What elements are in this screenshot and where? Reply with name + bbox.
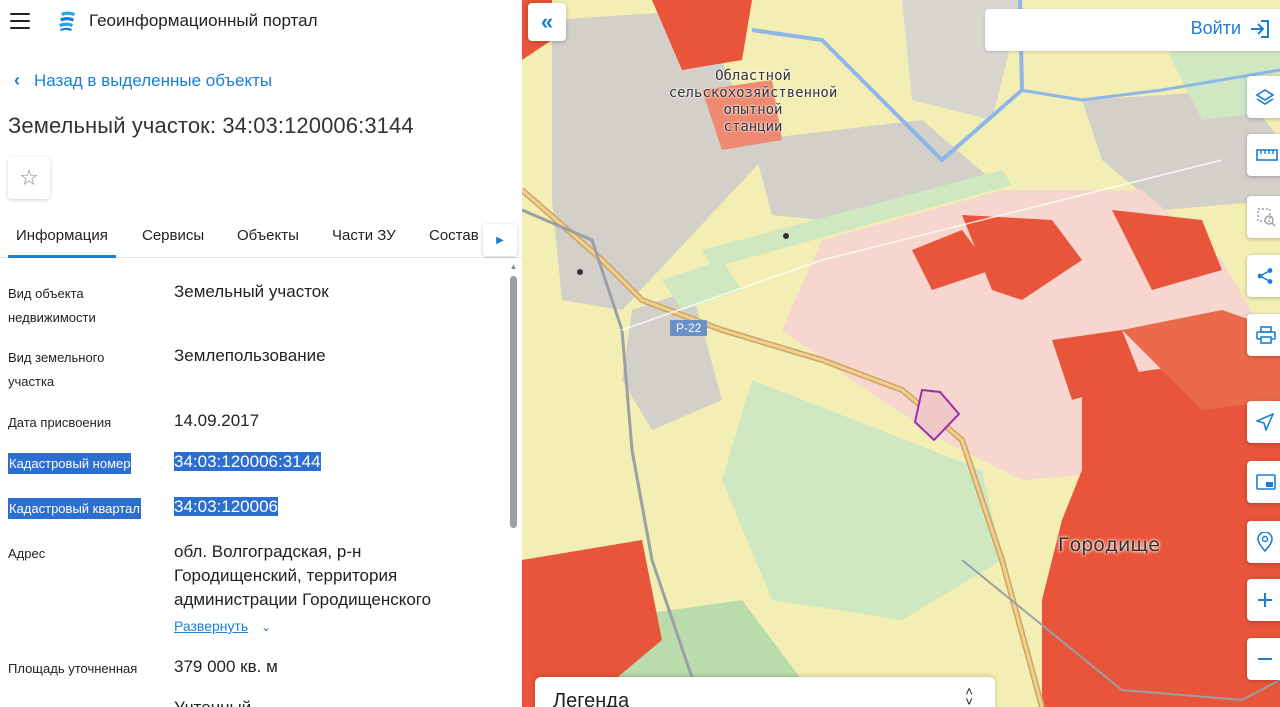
tab-services[interactable]: Сервисы xyxy=(142,227,204,244)
info-value: 379 000 кв. м xyxy=(174,657,278,676)
favorite-button[interactable]: ☆ xyxy=(8,157,50,199)
search-location-button[interactable] xyxy=(1247,521,1280,563)
chevron-down-icon[interactable]: ⌄ xyxy=(261,620,271,634)
tabs-scroll-right-button[interactable]: ▶ xyxy=(483,224,517,256)
info-label: Кадастровый номер xyxy=(8,452,158,476)
road-shield-r22: Р-22 xyxy=(670,320,708,336)
map-canvas[interactable] xyxy=(522,0,1280,707)
info-value[interactable]: 34:03:120006:3144 xyxy=(174,450,474,474)
info-value: обл. Волгоградская, р-н Городищенский, т… xyxy=(174,542,432,634)
scroll-up-icon[interactable]: ▲ xyxy=(509,262,518,272)
measure-button[interactable] xyxy=(1247,134,1280,176)
chevron-left-icon: ‹ xyxy=(14,70,20,90)
legend-panel[interactable]: Легенда ˄ ˅ xyxy=(535,677,995,707)
legend-title: Легенда xyxy=(553,690,630,707)
location-search-icon xyxy=(1257,532,1273,552)
plus-icon xyxy=(1258,593,1272,607)
share-icon xyxy=(1257,268,1273,284)
zoom-in-button[interactable] xyxy=(1247,579,1280,621)
tab-parcel-parts[interactable]: Части ЗУ xyxy=(332,227,396,244)
zoom-out-button[interactable] xyxy=(1247,638,1280,680)
expand-address-link[interactable]: Развернуть xyxy=(174,618,248,634)
info-label: Площадь уточненная xyxy=(8,661,138,676)
navigation-arrow-icon xyxy=(1256,413,1274,431)
ruler-icon xyxy=(1256,149,1278,161)
print-button[interactable] xyxy=(1247,314,1280,356)
info-value: Землепользование xyxy=(174,346,326,365)
layers-button[interactable] xyxy=(1247,76,1280,118)
caret-right-icon: ▶ xyxy=(496,234,504,246)
menu-icon[interactable] xyxy=(10,13,30,29)
tab-bar: Информация Сервисы Объекты Части ЗУ Сост… xyxy=(0,218,522,258)
info-label: Вид земельного участка xyxy=(8,350,105,389)
map-label-station: Областной сельскохозяйственной опытной с… xyxy=(668,68,838,135)
info-list: Вид объекта недвижимости Земельный участо… xyxy=(0,262,508,707)
minimap-button[interactable] xyxy=(1247,461,1280,503)
info-label: Дата присвоения xyxy=(8,415,112,430)
portal-logo-icon xyxy=(59,11,75,31)
info-value[interactable]: 34:03:120006 xyxy=(174,495,474,519)
info-value: Учтенный xyxy=(174,696,474,707)
share-button[interactable] xyxy=(1247,255,1280,297)
printer-icon xyxy=(1256,326,1276,344)
login-label: Войти xyxy=(1190,18,1241,38)
star-icon: ☆ xyxy=(19,165,39,190)
login-icon xyxy=(1251,19,1269,38)
scrollbar-thumb[interactable] xyxy=(510,276,517,528)
active-tab-indicator xyxy=(8,255,116,258)
tab-information[interactable]: Информация xyxy=(16,227,108,244)
info-label: Кадастровый квартал xyxy=(8,497,158,521)
select-area-button[interactable] xyxy=(1247,196,1280,238)
tab-objects[interactable]: Объекты xyxy=(237,227,299,244)
login-bar: Войти xyxy=(985,9,1280,51)
minus-icon xyxy=(1258,658,1272,660)
app-header: Геоинформационный портал xyxy=(0,0,522,44)
panel-scrollbar[interactable]: ▲ xyxy=(509,262,518,707)
info-panel: Геоинформационный портал ‹ Назад в выдел… xyxy=(0,0,522,707)
minimap-icon xyxy=(1256,474,1276,490)
tab-composition[interactable]: Состав xyxy=(429,227,479,244)
back-label: Назад в выделенные объекты xyxy=(34,70,273,90)
area-select-icon xyxy=(1257,208,1276,227)
page-title: Земельный участок: 34:03:120006:3144 xyxy=(8,113,414,138)
map-view[interactable]: Областной сельскохозяйственной опытной с… xyxy=(522,0,1280,707)
map-label-town: Городище xyxy=(1058,534,1160,556)
login-button[interactable]: Войти xyxy=(1191,18,1271,39)
info-label: Адрес xyxy=(8,546,46,561)
app-title: Геоинформационный портал xyxy=(89,11,318,30)
back-to-selected-link[interactable]: ‹ Назад в выделенные объекты xyxy=(14,70,272,91)
layers-icon xyxy=(1256,89,1274,105)
info-label: Вид объекта недвижимости xyxy=(8,286,96,325)
collapse-panel-button[interactable]: « xyxy=(528,3,566,41)
info-value: 14.09.2017 xyxy=(174,411,260,430)
expand-collapse-icon[interactable]: ˄ ˅ xyxy=(965,685,973,707)
double-chevron-left-icon: « xyxy=(540,9,554,34)
my-location-button[interactable] xyxy=(1247,401,1280,443)
info-value: Земельный участок xyxy=(174,282,329,301)
